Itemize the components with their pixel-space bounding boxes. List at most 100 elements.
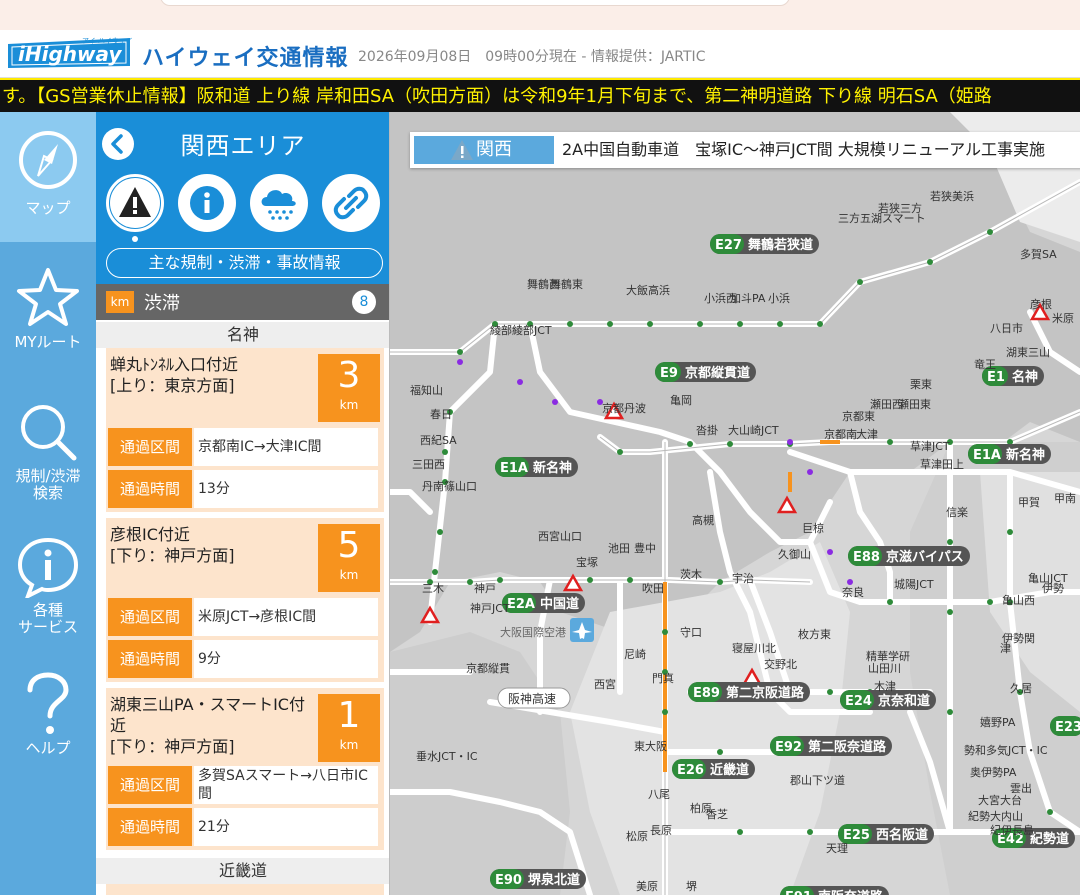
highway-badge[interactable]: E26 近畿道 [672, 759, 755, 779]
place-label[interactable]: 豊中 [634, 542, 656, 555]
place-label[interactable]: 尼崎 [624, 647, 646, 661]
nav-item-help[interactable]: ヘルプ [0, 664, 96, 794]
place-label[interactable]: 瀬田東 [898, 397, 931, 411]
place-label[interactable]: 三方五湖スマート [838, 211, 926, 225]
place-label[interactable]: 寝屋川北 [732, 641, 776, 655]
place-label[interactable]: 亀山西 [1002, 593, 1035, 607]
highway-badge[interactable]: E25 西名阪道 [838, 824, 934, 844]
category-link-button[interactable] [322, 174, 380, 232]
place-label[interactable]: 久居 [1010, 682, 1032, 695]
map-canvas[interactable]: 大阪国際空港 阪神高速 E27 舞鶴若狭道E9 京都縦貫道 E1 名神E1A 新名神E1A… [390, 112, 1080, 895]
category-warning-button[interactable] [106, 174, 164, 232]
place-label[interactable]: 八日市 [990, 321, 1023, 335]
place-label[interactable]: 京都丹波 [602, 401, 646, 415]
place-label[interactable]: 神戸 [474, 581, 496, 595]
highway-badge[interactable]: E2A 中国道 [502, 593, 585, 613]
place-label[interactable]: 亀岡 [670, 393, 692, 407]
highway-badge[interactable]: E23 [1050, 716, 1080, 736]
place-label[interactable]: 茨木 [680, 567, 702, 581]
place-label[interactable]: 紀勢大内山 [968, 809, 1023, 823]
place-label[interactable]: 京都東 [842, 409, 875, 423]
place-label[interactable]: 綾部 [490, 323, 512, 337]
jam-item[interactable]: 彦根IC付近 [下り：神戸方面] 5 km 通過区間 米原JCT→彦根IC間 通… [106, 518, 384, 682]
address-pill[interactable] [160, 0, 790, 6]
place-label[interactable]: 宝塚 [576, 555, 598, 569]
place-label[interactable]: 堺 [686, 880, 697, 893]
place-label[interactable]: 郡山下ツ道 [790, 773, 845, 787]
place-label[interactable]: 加斗PA [730, 292, 766, 305]
place-label[interactable]: 交野北 [764, 657, 797, 671]
place-label[interactable]: 福知山 [410, 383, 443, 397]
place-label[interactable]: 三木 [422, 582, 444, 595]
place-label[interactable]: 松原 [626, 829, 648, 843]
nav-item-search[interactable]: 規制/渋滞 検索 [0, 388, 96, 518]
highway-badge[interactable]: E9 京都縦貫道 [655, 362, 756, 382]
place-label[interactable]: 西紀SA [420, 434, 457, 447]
place-label[interactable]: 甲南 [1054, 492, 1076, 505]
place-label[interactable]: 池田 [608, 542, 630, 555]
place-label[interactable]: 大飯高浜 [626, 283, 670, 297]
site-title[interactable]: ハイウェイ交通情報 [142, 40, 349, 72]
place-label[interactable]: 神戸JCT [470, 601, 510, 615]
jam-item[interactable]: 蝉丸ﾄﾝﾈﾙ入口付近 [上り：東京方面] 3 km 通過区間 京都南IC→大津I… [106, 348, 384, 512]
place-label[interactable]: 綾部JCT [512, 323, 552, 337]
place-label[interactable]: 多賀SA [1020, 247, 1057, 261]
place-label[interactable]: 高槻 [692, 513, 714, 527]
category-info-button[interactable] [178, 174, 236, 232]
place-label[interactable]: 京都縦貫 [466, 661, 510, 675]
highway-badge[interactable]: E91 南阪奈道路 [780, 886, 889, 895]
map-news-bar[interactable]: 関西 2A中国自動車道 宝塚IC～神戸JCT間 大規模リニューアル工事実施 [410, 132, 1080, 168]
place-label[interactable]: 京都南 [824, 427, 857, 441]
nav-item-map[interactable]: マップ [0, 112, 96, 242]
place-label[interactable]: 巨椋 [802, 521, 824, 535]
place-label[interactable]: 春日 [430, 408, 452, 421]
place-label[interactable]: 竜王 [974, 357, 996, 371]
nav-item-services[interactable]: 各種 サービス [0, 526, 96, 656]
place-label[interactable]: 大津 [856, 427, 878, 441]
jam-item[interactable]: 湖東三山PA・スマートIC付近 [下り：神戸方面] 1 km 通過区間 多賀SA… [106, 688, 384, 850]
place-label[interactable]: 枚方東 [798, 627, 831, 641]
place-label[interactable]: 雲出 [1010, 781, 1032, 795]
place-label[interactable]: 三田西 [412, 458, 445, 471]
place-label[interactable]: 大宮大台 [978, 793, 1022, 807]
place-label[interactable]: 彦根 [1030, 297, 1052, 311]
highway-badge[interactable]: E24 京奈和道 [840, 690, 936, 710]
place-label[interactable]: 嬉野PA [980, 715, 1016, 729]
news-ticker[interactable]: す。【GS営業休止情報】阪和道 上り線 岸和田SA（吹田方面）は令和9年1月下旬… [0, 78, 1080, 112]
highway-badge[interactable]: E88 京滋バイパス [848, 546, 970, 566]
place-label[interactable]: 大山崎JCT [728, 423, 779, 437]
highway-badge[interactable]: E1A 新名神 [968, 444, 1051, 464]
place-label[interactable]: 舞鶴東 [550, 277, 583, 291]
highway-map[interactable]: 大阪国際空港 阪神高速 E27 舞鶴若狭道 E9 京都縦貫道 E1 名神 E1A 新名神 E1A… [390, 112, 1080, 895]
place-label[interactable]: 八尾 [648, 788, 670, 801]
place-label[interactable]: 美原 [636, 880, 658, 893]
place-label[interactable]: 紀伊長島 [990, 823, 1034, 837]
highway-badge[interactable]: E27 舞鶴若狭道 [710, 234, 819, 254]
highway-badge[interactable]: E89 第二京阪道路 [688, 682, 810, 702]
place-label[interactable]: 城陽JCT [894, 578, 934, 591]
main-info-link[interactable]: 主な規制・渋滞・事故情報 [106, 248, 383, 278]
place-label[interactable]: 長原 [650, 824, 672, 837]
place-label[interactable]: 奥伊勢PA [970, 765, 1017, 779]
place-label[interactable]: 草津田上 [920, 458, 964, 471]
place-label[interactable]: 西宮山口 [538, 529, 582, 543]
place-label[interactable]: 小浜 [768, 292, 790, 305]
place-label[interactable]: 山田川 [868, 662, 901, 675]
place-label[interactable]: 精華学研 [866, 649, 910, 663]
highway-badge[interactable]: E90 堺泉北道 [490, 869, 586, 889]
place-label[interactable]: 天理 [826, 842, 848, 855]
hanshin-label[interactable]: 阪神高速 [508, 691, 556, 706]
place-label[interactable]: 柏原 [690, 801, 712, 815]
place-label[interactable]: 草津JCT [910, 440, 950, 453]
highway-badge[interactable]: E92 第二阪奈道路 [770, 736, 892, 756]
place-label[interactable]: 奈良 [842, 585, 864, 599]
place-label[interactable]: 甲賀 [1018, 496, 1040, 509]
place-label[interactable]: 守口 [680, 625, 702, 639]
place-label[interactable]: 垂水JCT・IC [416, 750, 478, 763]
place-label[interactable]: 津 [1000, 642, 1011, 655]
category-weather-button[interactable] [250, 174, 308, 232]
place-label[interactable]: 西宮 [594, 677, 616, 691]
place-label[interactable]: 丹南篠山口 [422, 479, 477, 493]
place-label[interactable]: 栗東 [910, 378, 932, 391]
place-label[interactable]: 勢和多気JCT・IC [964, 743, 1048, 757]
